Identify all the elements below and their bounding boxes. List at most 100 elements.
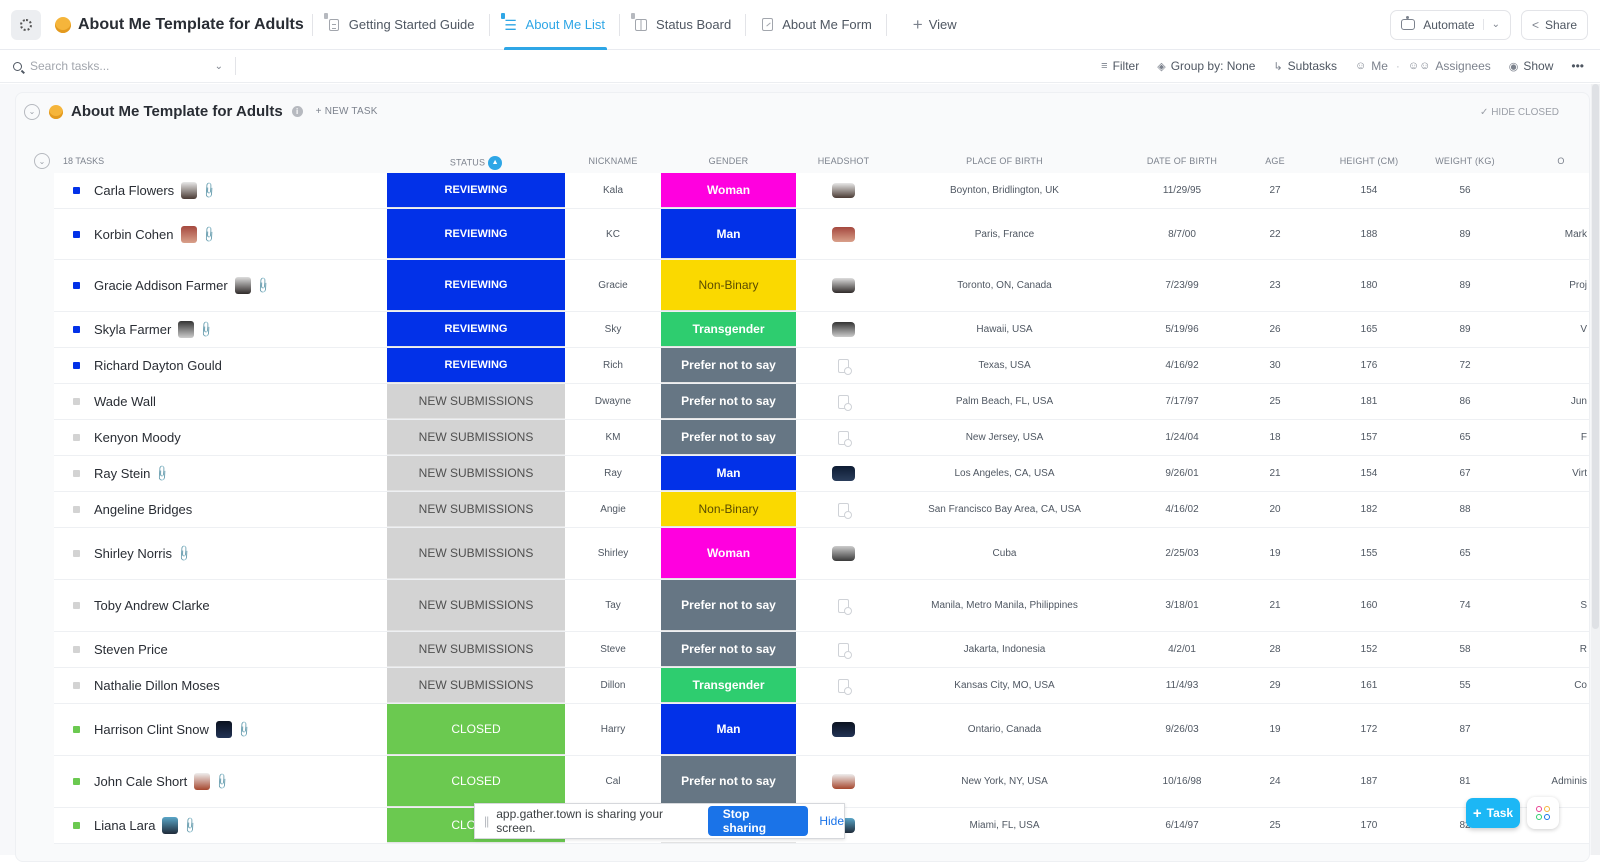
place-of-birth-cell[interactable]: Texas, USA bbox=[891, 348, 1118, 383]
headshot-cell[interactable] bbox=[796, 209, 891, 259]
tab-status-board[interactable]: Status Board bbox=[628, 0, 737, 50]
headshot-cell[interactable] bbox=[796, 312, 891, 347]
height-cell[interactable]: 154 bbox=[1304, 173, 1434, 208]
place-of-birth-cell[interactable]: Manila, Metro Manila, Philippines bbox=[891, 580, 1118, 631]
status-square-icon[interactable] bbox=[73, 398, 80, 405]
task-name[interactable]: Ray Stein bbox=[94, 466, 150, 481]
age-cell[interactable]: 18 bbox=[1246, 420, 1304, 455]
task-name[interactable]: Steven Price bbox=[94, 642, 168, 657]
headshot-cell[interactable] bbox=[796, 492, 891, 527]
status-square-icon[interactable] bbox=[73, 230, 80, 238]
place-of-birth-cell[interactable]: Los Angeles, CA, USA bbox=[891, 456, 1118, 491]
place-of-birth-cell[interactable]: Paris, France bbox=[891, 209, 1118, 259]
age-cell[interactable]: 26 bbox=[1246, 312, 1304, 347]
occupation-cell[interactable] bbox=[1496, 173, 1589, 208]
gender-cell[interactable]: Man bbox=[661, 704, 796, 755]
add-view-button[interactable]: + View bbox=[913, 15, 957, 35]
table-row[interactable]: Kenyon Moody NEW SUBMISSIONS KM Prefer not … bbox=[54, 420, 1589, 456]
chevron-down-icon[interactable]: ⌄ bbox=[1482, 19, 1500, 30]
status-cell[interactable]: REVIEWING bbox=[387, 348, 565, 383]
age-cell[interactable]: 30 bbox=[1246, 348, 1304, 383]
nickname-cell[interactable]: Cal bbox=[565, 756, 661, 807]
status-square-icon[interactable] bbox=[73, 550, 80, 557]
gender-cell[interactable]: Prefer not to say bbox=[661, 384, 796, 419]
table-row[interactable]: Harrison Clint Snow 📎 CLOSED Harry Man Ontari… bbox=[54, 704, 1589, 756]
task-name-cell[interactable]: Korbin Cohen 📎 bbox=[54, 209, 387, 259]
height-cell[interactable]: 160 bbox=[1304, 580, 1434, 631]
weight-cell[interactable]: 65 bbox=[1434, 528, 1496, 579]
gender-cell[interactable]: Man bbox=[661, 209, 796, 259]
occupation-cell[interactable]: Jun bbox=[1496, 384, 1589, 419]
height-cell[interactable]: 155 bbox=[1304, 528, 1434, 579]
task-name-cell[interactable]: Liana Lara 📎 bbox=[54, 808, 387, 843]
headshot-photo[interactable] bbox=[832, 774, 855, 789]
status-cell[interactable]: REVIEWING bbox=[387, 209, 565, 259]
place-of-birth-cell[interactable]: Miami, FL, USA bbox=[891, 808, 1118, 843]
weight-cell[interactable]: 55 bbox=[1434, 668, 1496, 703]
place-of-birth-cell[interactable]: New York, NY, USA bbox=[891, 756, 1118, 807]
assignees-button[interactable]: ☺☺ Assignees bbox=[1408, 59, 1491, 73]
place-of-birth-cell[interactable]: Hawaii, USA bbox=[891, 312, 1118, 347]
height-cell[interactable]: 170 bbox=[1304, 808, 1434, 843]
place-of-birth-cell[interactable]: Ontario, Canada bbox=[891, 704, 1118, 755]
gender-cell[interactable]: Prefer not to say bbox=[661, 632, 796, 667]
subtasks-button[interactable]: ↳ Subtasks bbox=[1273, 59, 1337, 73]
age-cell[interactable]: 23 bbox=[1246, 260, 1304, 311]
height-cell[interactable]: 161 bbox=[1304, 668, 1434, 703]
gender-cell[interactable]: Transgender bbox=[661, 312, 796, 347]
nickname-cell[interactable]: Dillon bbox=[565, 668, 661, 703]
headshot-cell[interactable] bbox=[796, 528, 891, 579]
column-header-headshot[interactable]: HEADSHOT bbox=[796, 156, 891, 166]
weight-cell[interactable]: 72 bbox=[1434, 348, 1496, 383]
status-square-icon[interactable] bbox=[73, 506, 80, 513]
nickname-cell[interactable]: Shirley bbox=[565, 528, 661, 579]
height-cell[interactable]: 165 bbox=[1304, 312, 1434, 347]
task-name[interactable]: Harrison Clint Snow bbox=[94, 722, 209, 737]
table-row[interactable]: Skyla Farmer 📎 REVIEWING Sky Transgender Hawa… bbox=[54, 312, 1589, 348]
task-name[interactable]: Liana Lara bbox=[94, 818, 155, 833]
occupation-cell[interactable] bbox=[1496, 528, 1589, 579]
filter-button[interactable]: ≡ Filter bbox=[1101, 59, 1139, 73]
column-header-height[interactable]: HEIGHT (CM) bbox=[1304, 156, 1434, 166]
gender-cell[interactable]: Prefer not to say bbox=[661, 420, 796, 455]
status-cell[interactable]: CLOSED bbox=[387, 704, 565, 755]
status-square-icon[interactable] bbox=[73, 682, 80, 689]
status-cell[interactable]: NEW SUBMISSIONS bbox=[387, 668, 565, 703]
task-name[interactable]: Korbin Cohen bbox=[94, 227, 174, 242]
headshot-cell[interactable] bbox=[796, 580, 891, 631]
age-cell[interactable]: 29 bbox=[1246, 668, 1304, 703]
place-of-birth-cell[interactable]: Palm Beach, FL, USA bbox=[891, 384, 1118, 419]
task-name[interactable]: Angeline Bridges bbox=[94, 502, 192, 517]
task-name-cell[interactable]: Steven Price bbox=[54, 632, 387, 667]
table-row[interactable]: Wade Wall NEW SUBMISSIONS Dwayne Prefer not… bbox=[54, 384, 1589, 420]
task-name[interactable]: Kenyon Moody bbox=[94, 430, 181, 445]
task-name[interactable]: Shirley Norris bbox=[94, 546, 172, 561]
task-name-cell[interactable]: Carla Flowers 📎 bbox=[54, 173, 387, 208]
table-row[interactable]: Shirley Norris 📎 NEW SUBMISSIONS Shirley Wom… bbox=[54, 528, 1589, 580]
occupation-cell[interactable] bbox=[1496, 492, 1589, 527]
status-square-icon[interactable] bbox=[73, 822, 80, 829]
apps-launcher-button[interactable] bbox=[1527, 797, 1559, 829]
headshot-photo[interactable] bbox=[832, 278, 855, 293]
age-cell[interactable]: 22 bbox=[1246, 209, 1304, 259]
height-cell[interactable]: 181 bbox=[1304, 384, 1434, 419]
weight-cell[interactable]: 89 bbox=[1434, 312, 1496, 347]
headshot-cell[interactable] bbox=[796, 173, 891, 208]
collapse-group-icon[interactable]: ⌄ bbox=[34, 153, 50, 169]
task-name-cell[interactable]: Harrison Clint Snow 📎 bbox=[54, 704, 387, 755]
attachment-thumbnail[interactable] bbox=[180, 225, 197, 243]
gender-cell[interactable]: Prefer not to say bbox=[661, 580, 796, 631]
search-input[interactable] bbox=[30, 59, 190, 73]
age-cell[interactable]: 21 bbox=[1246, 580, 1304, 631]
nickname-cell[interactable]: Steve bbox=[565, 632, 661, 667]
new-task-button[interactable]: + NEW TASK bbox=[316, 106, 378, 117]
date-of-birth-cell[interactable]: 7/17/97 bbox=[1118, 384, 1246, 419]
headshot-photo[interactable] bbox=[832, 722, 855, 737]
occupation-cell[interactable]: Mark bbox=[1496, 209, 1589, 259]
date-of-birth-cell[interactable]: 2/25/03 bbox=[1118, 528, 1246, 579]
height-cell[interactable]: 172 bbox=[1304, 704, 1434, 755]
sort-ascending-icon[interactable]: ▲ bbox=[488, 156, 503, 170]
status-cell[interactable]: REVIEWING bbox=[387, 312, 565, 347]
table-row[interactable]: Richard Dayton Gould REVIEWING Rich Prefer … bbox=[54, 348, 1589, 384]
age-cell[interactable]: 19 bbox=[1246, 528, 1304, 579]
